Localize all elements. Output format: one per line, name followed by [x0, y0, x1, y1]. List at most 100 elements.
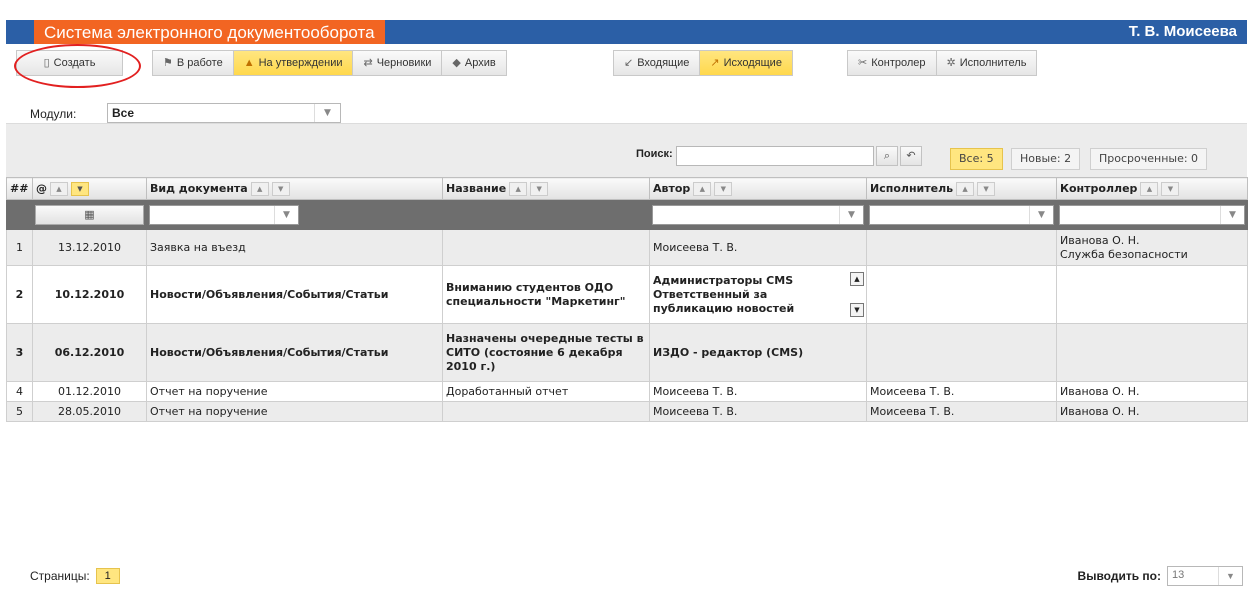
on-approval-label: На утверждении — [258, 57, 343, 69]
row-date: 01.12.2010 — [32, 381, 147, 402]
documents-table: ## @ ▲ ▼ Вид документа ▲ ▼ Название ▲ ▼ Автор ▲… — [6, 177, 1248, 422]
sort-desc-icon[interactable]: ▼ — [530, 181, 549, 196]
row-date: 13.12.2010 — [32, 229, 147, 266]
sort-asc-icon[interactable]: ▲ — [509, 181, 528, 196]
filter-cell-author: ▼ — [649, 199, 867, 230]
row-executor — [866, 265, 1057, 324]
counter-new[interactable]: Новые: 2 — [1011, 148, 1081, 170]
controller-filter-select[interactable]: ▼ — [1059, 204, 1245, 225]
chevron-down-icon: ▼ — [314, 104, 340, 122]
table-row[interactable]: 1 13.12.2010 Заявка на въезд Моисеева Т.… — [6, 229, 1248, 266]
executor-filter-select[interactable]: ▼ — [869, 204, 1054, 225]
type-filter-select[interactable]: ▼ — [149, 204, 299, 225]
table-row[interactable]: 3 06.12.2010 Новости/Объявления/События/… — [6, 323, 1248, 382]
swap-icon: ⇄ — [363, 57, 373, 69]
row-type: Новости/Объявления/События/Статьи — [146, 323, 443, 382]
chevron-down-icon: ▼ — [1220, 205, 1244, 224]
sort-asc-icon[interactable]: ▲ — [1140, 181, 1159, 196]
reset-icon[interactable]: ↶ — [900, 146, 922, 166]
row-date: 28.05.2010 — [32, 401, 147, 422]
archive-button[interactable]: ◆ Архив — [442, 51, 506, 75]
role-group: ✂ Контролер ✲ Исполнитель — [847, 50, 1038, 76]
sort-desc-icon[interactable]: ▼ — [271, 181, 290, 196]
row-name: Назначены очередные тесты в СИТО (состоя… — [442, 323, 650, 382]
app-header: Система электронного документооборота Т.… — [6, 20, 1247, 44]
row-controller — [1056, 323, 1248, 382]
column-header-executor: Исполнитель ▲ ▼ — [866, 177, 1057, 200]
row-name — [442, 229, 650, 266]
scroll-down-icon[interactable]: ▼ — [850, 303, 864, 317]
sort-desc-icon[interactable]: ▼ — [714, 181, 733, 196]
filter-cell-type: ▼ — [146, 199, 443, 230]
per-page-select[interactable]: 13 ▼ — [1167, 566, 1243, 586]
filter-cell-name — [442, 199, 650, 230]
sort-asc-icon[interactable]: ▲ — [956, 181, 975, 196]
row-executor: Моисеева Т. В. — [866, 401, 1057, 422]
column-header-author: Автор ▲ ▼ — [649, 177, 867, 200]
document-icon: ▯ — [43, 57, 50, 69]
column-header-name: Название ▲ ▼ — [442, 177, 650, 200]
executor-button[interactable]: ✲ Исполнитель — [936, 51, 1037, 75]
table-row[interactable]: 4 01.12.2010 Отчет на поручение Доработа… — [6, 381, 1248, 402]
row-date: 06.12.2010 — [32, 323, 147, 382]
incoming-label: Входящие — [637, 57, 690, 69]
row-name — [442, 401, 650, 422]
sort-asc-icon[interactable]: ▲ — [693, 181, 712, 196]
modules-label: Модули: — [30, 107, 77, 121]
counter-all[interactable]: Все: 5 — [950, 148, 1003, 170]
drafts-button[interactable]: ⇄ Черновики — [353, 51, 443, 75]
pager: Страницы: 1 — [30, 568, 120, 584]
create-group: ▯ Создать — [16, 50, 123, 76]
incoming-arrow-icon: ↙ — [624, 57, 634, 69]
arrow-up-icon: ▲ — [243, 57, 255, 69]
search-icon[interactable]: ⌕ — [876, 146, 898, 166]
pager-label: Страницы: — [30, 569, 90, 583]
search-input[interactable] — [676, 146, 874, 166]
sort-asc-icon[interactable]: ▲ — [250, 181, 269, 196]
chevron-down-icon: ▼ — [1218, 567, 1242, 585]
search-label: Поиск: — [636, 148, 673, 160]
filter-row: ▦ ▼ ▼ ▼ ▼ — [6, 199, 1248, 230]
table-row[interactable]: 2 10.12.2010 Новости/Объявления/События/… — [6, 265, 1248, 324]
per-page: Выводить по: 13 ▼ — [1078, 566, 1243, 586]
toolbar: ▯ Создать ⚑ В работе ▲ На утверждении ⇄ … — [6, 44, 1247, 100]
in-work-label: В работе — [176, 57, 223, 69]
calendar-icon[interactable]: ▦ — [35, 204, 144, 225]
scroll-up-icon[interactable]: ▲ — [850, 272, 864, 286]
row-author: Администраторы CMS Ответственный за публ… — [649, 265, 867, 324]
row-num: 2 — [6, 265, 33, 324]
outgoing-button[interactable]: ↗ Исходящие — [700, 51, 792, 75]
sort-desc-icon[interactable]: ▼ — [1161, 181, 1180, 196]
in-work-button[interactable]: ⚑ В работе — [153, 51, 234, 75]
author-filter-select[interactable]: ▼ — [652, 204, 864, 225]
column-header-controller: Контроллер ▲ ▼ — [1056, 177, 1248, 200]
sort-asc-icon[interactable]: ▲ — [50, 181, 68, 196]
sort-desc-icon[interactable]: ▼ — [71, 181, 89, 196]
counter-overdue[interactable]: Просроченные: 0 — [1090, 148, 1208, 170]
incoming-button[interactable]: ↙ Входящие — [614, 51, 701, 75]
create-button[interactable]: ▯ Создать — [17, 51, 122, 75]
sort-desc-icon[interactable]: ▼ — [977, 181, 996, 196]
user-name[interactable]: Т. В. Моисеева — [1129, 20, 1237, 44]
row-num: 5 — [6, 401, 33, 422]
table-row[interactable]: 5 28.05.2010 Отчет на поручение Моисеева… — [6, 401, 1248, 422]
table-header: ## @ ▲ ▼ Вид документа ▲ ▼ Название ▲ ▼ Автор ▲… — [6, 177, 1248, 200]
app-title: Система электронного документооборота — [34, 20, 385, 44]
row-num: 1 — [6, 229, 33, 266]
row-type: Заявка на въезд — [146, 229, 443, 266]
row-author: Моисеева Т. В. — [649, 401, 867, 422]
row-executor — [866, 229, 1057, 266]
controller-button[interactable]: ✂ Контролер — [848, 51, 937, 75]
chevron-down-icon: ▼ — [274, 205, 298, 224]
create-label: Создать — [53, 57, 96, 69]
column-header-type: Вид документа ▲ ▼ — [146, 177, 443, 200]
drafts-label: Черновики — [376, 57, 432, 69]
on-approval-button[interactable]: ▲ На утверждении — [233, 51, 354, 75]
row-author-text: Администраторы CMS Ответственный за публ… — [653, 273, 795, 315]
flag-icon: ⚑ — [163, 57, 173, 69]
row-type: Отчет на поручение — [146, 381, 443, 402]
page-number-button[interactable]: 1 — [95, 568, 120, 584]
modules-select[interactable]: Все ▼ — [107, 103, 341, 123]
row-executor — [866, 323, 1057, 382]
chevron-down-icon: ▼ — [839, 205, 863, 224]
